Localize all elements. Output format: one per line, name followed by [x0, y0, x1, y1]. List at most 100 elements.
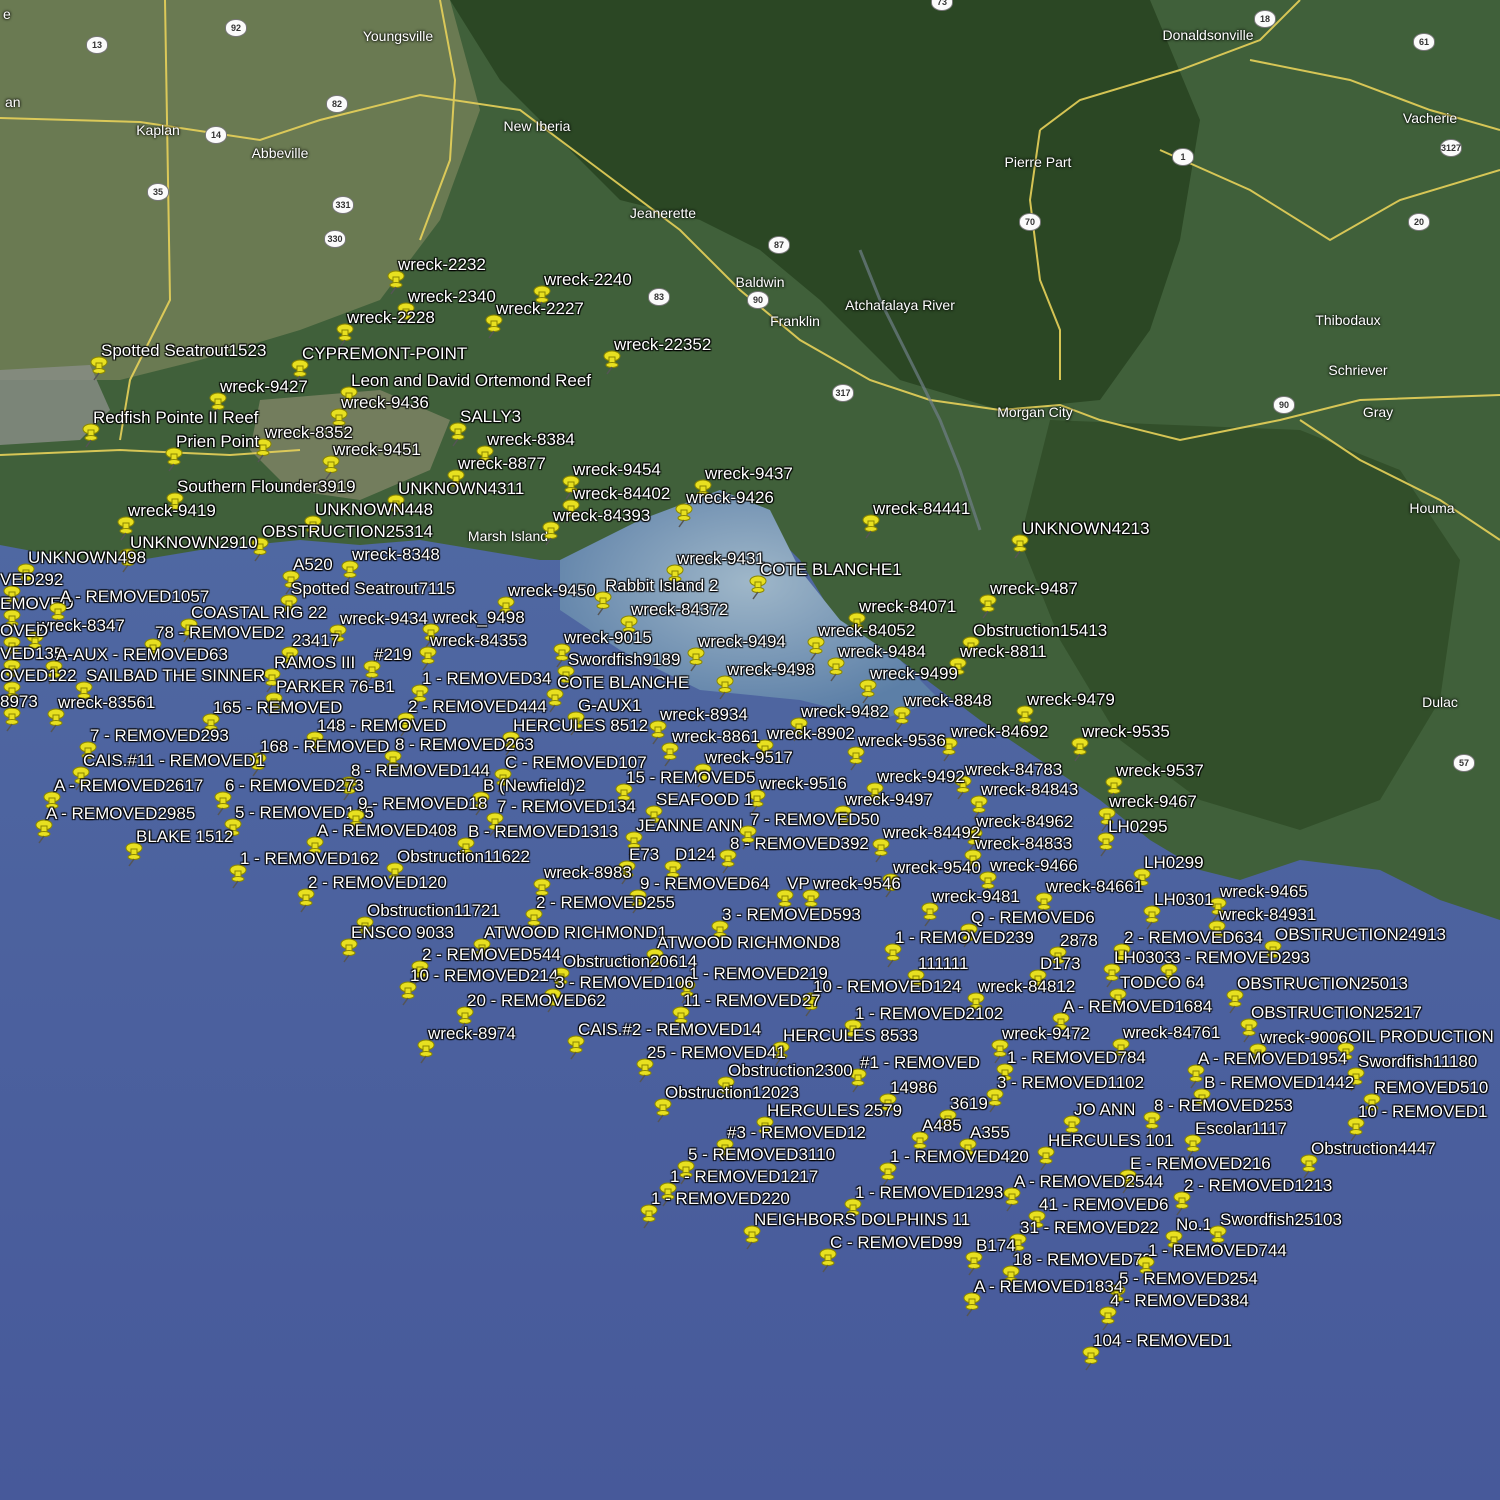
marker-label[interactable]: wreck-84441	[873, 500, 970, 517]
marker-label[interactable]: B (Newfield)2	[483, 777, 585, 794]
marker-label[interactable]: 8 - REMOVED263	[395, 736, 534, 753]
marker-label[interactable]: wreck-9431	[677, 550, 765, 567]
marker-label[interactable]: NEIGHBORS DOLPHINS 11	[754, 1211, 970, 1228]
marker-label[interactable]: wreck-8902	[767, 725, 855, 742]
marker-label[interactable]: OBSTRUCTION24913	[1275, 926, 1446, 943]
marker-label[interactable]: UNKNOWN498	[28, 549, 146, 566]
marker-label[interactable]: 1 - REMOVED34	[422, 670, 551, 687]
marker-label[interactable]: wreck-2227	[496, 300, 584, 317]
marker-label[interactable]: wreck-9499	[870, 665, 958, 682]
marker-label[interactable]: A - REMOVED1834	[974, 1278, 1123, 1295]
marker-label[interactable]: wreck-84812	[978, 978, 1075, 995]
marker-label[interactable]: wreck-9419	[128, 502, 216, 519]
marker-label[interactable]: wreck-8348	[352, 546, 440, 563]
marker-label[interactable]: wreck-84761	[1123, 1024, 1220, 1041]
marker-label[interactable]: UNKNOWN448	[315, 501, 433, 518]
marker-label[interactable]: Swordfish25103	[1220, 1211, 1342, 1228]
marker-label[interactable]: wreck-2232	[398, 256, 486, 273]
marker-label[interactable]: 2 - REMOVED634	[1124, 929, 1263, 946]
marker-label[interactable]: wreck-9436	[341, 394, 429, 411]
marker-label[interactable]: wreck-9481	[932, 888, 1020, 905]
marker-label[interactable]: B - REMOVED1442	[1204, 1074, 1354, 1091]
marker-label[interactable]: 165 - REMOVED	[213, 699, 342, 716]
marker-label[interactable]: wreck-9426	[686, 489, 774, 506]
marker-label[interactable]: A485	[922, 1117, 962, 1134]
marker-label[interactable]: wreck-9498	[727, 661, 815, 678]
marker-label[interactable]: wreck-9492	[877, 768, 965, 785]
marker-label[interactable]: wreck-84843	[981, 781, 1078, 798]
marker-label[interactable]: OIL PRODUCTION	[1348, 1028, 1494, 1045]
marker-label[interactable]: 1 - REMOVED219	[689, 965, 828, 982]
marker-label[interactable]: HERCULES 2579	[767, 1102, 902, 1119]
marker-label[interactable]: 104 - REMOVED1	[1093, 1332, 1232, 1349]
marker-label[interactable]: 3 - REMOVED293	[1171, 949, 1310, 966]
marker-label[interactable]: 78 - REMOVED2	[155, 624, 284, 641]
marker-label[interactable]: wreck-8347	[37, 617, 125, 634]
marker-label[interactable]: wreck-9484	[838, 643, 926, 660]
marker-label[interactable]: wreck-84393	[553, 507, 650, 524]
marker-label[interactable]: 14986	[890, 1079, 937, 1096]
marker-label[interactable]: JO ANN	[1074, 1101, 1135, 1118]
marker-label[interactable]: wreck-84071	[859, 598, 956, 615]
marker-label[interactable]: A520	[293, 556, 333, 573]
marker-label[interactable]: SAILBAD THE SINNER	[86, 667, 265, 684]
marker-label[interactable]: E - REMOVED216	[1130, 1155, 1271, 1172]
marker-label[interactable]: wreck-84783	[965, 761, 1062, 778]
marker-label[interactable]: 2 - REMOVED444	[408, 698, 547, 715]
marker-label[interactable]: wreck-84052	[818, 622, 915, 639]
marker-label[interactable]: 8 - REMOVED392	[730, 835, 869, 852]
marker-label[interactable]: wreck-9450	[508, 582, 596, 599]
marker-label[interactable]: Spotted Seatrout7115	[291, 580, 455, 597]
marker-label[interactable]: wreck-9434	[340, 610, 428, 627]
marker-label[interactable]: RAMOS III	[274, 654, 355, 671]
marker-label[interactable]: 10 - REMOVED1	[1358, 1103, 1487, 1120]
marker-label[interactable]: wreck-9454	[573, 461, 661, 478]
marker-label[interactable]: wreck-9466	[990, 857, 1078, 874]
marker-label[interactable]: wreck-9494	[698, 633, 786, 650]
marker-label[interactable]: wreck-9465	[1220, 883, 1308, 900]
marker-label[interactable]: 1 - REMOVED784	[1007, 1049, 1146, 1066]
marker-label[interactable]: 25 - REMOVED41	[647, 1044, 786, 1061]
marker-label[interactable]: 5 - REMOVED254	[1119, 1270, 1258, 1287]
marker-label[interactable]: UNKNOWN4311	[398, 480, 524, 497]
marker-label[interactable]: 2 - REMOVED255	[536, 894, 675, 911]
marker-label[interactable]: D124	[675, 846, 716, 863]
marker-label[interactable]: 1 - REMOVED420	[890, 1148, 1029, 1165]
marker-label[interactable]: BLAKE 1512	[136, 828, 233, 845]
marker-label[interactable]: Obstruction2300	[728, 1062, 853, 1079]
marker-label[interactable]: 7 - REMOVED134	[497, 798, 636, 815]
marker-label[interactable]: wreck-8861	[672, 728, 760, 745]
marker-label[interactable]: wreck-9427	[220, 378, 308, 395]
marker-label[interactable]: UNKNOWN2910	[130, 534, 258, 551]
marker-label[interactable]: 8973	[0, 693, 38, 710]
marker-label[interactable]: LH0301	[1154, 891, 1214, 908]
marker-label[interactable]: C - REMOVED99	[830, 1234, 962, 1251]
marker-label[interactable]: wreck-2228	[347, 309, 435, 326]
marker-label[interactable]: VED292	[0, 571, 63, 588]
marker-label[interactable]: wreck-9437	[705, 465, 793, 482]
marker-label[interactable]: A-AUX - REMOVED63	[56, 646, 228, 663]
marker-label[interactable]: Obstruction15413	[973, 622, 1107, 639]
marker-label[interactable]: wreck-8352	[265, 424, 353, 441]
marker-label[interactable]: CYPREMONT-POINT	[302, 345, 467, 362]
marker-label[interactable]: 3 - REMOVED106	[555, 974, 694, 991]
marker-label[interactable]: Obstruction11721	[367, 902, 500, 919]
marker-label[interactable]: 168 - REMOVED	[260, 738, 389, 755]
marker-label[interactable]: wreck-9516	[759, 775, 847, 792]
marker-label[interactable]: 1 - REMOVED162	[240, 850, 379, 867]
marker-label[interactable]: E73	[629, 846, 659, 863]
marker-label[interactable]: wreck-9536	[858, 732, 946, 749]
marker-label[interactable]: D173	[1040, 955, 1081, 972]
marker-label[interactable]: B174	[976, 1237, 1016, 1254]
marker-label[interactable]: ENSCO 9033	[351, 924, 454, 941]
marker-label[interactable]: COTE BLANCHE1	[760, 561, 902, 578]
marker-label[interactable]: wreck-8983	[544, 864, 632, 881]
marker-label[interactable]: G-AUX1	[578, 697, 641, 714]
marker-label[interactable]: Escolar1117	[1195, 1120, 1287, 1137]
marker-label[interactable]: OVED	[0, 622, 48, 639]
marker-label[interactable]: wreck-83561	[58, 694, 155, 711]
marker-label[interactable]: A355	[970, 1124, 1010, 1141]
marker-label[interactable]: HERCULES 101	[1048, 1132, 1174, 1149]
marker-label[interactable]: 10 - REMOVED214	[410, 967, 558, 984]
marker-label[interactable]: Leon and David Ortemond Reef	[351, 372, 591, 389]
